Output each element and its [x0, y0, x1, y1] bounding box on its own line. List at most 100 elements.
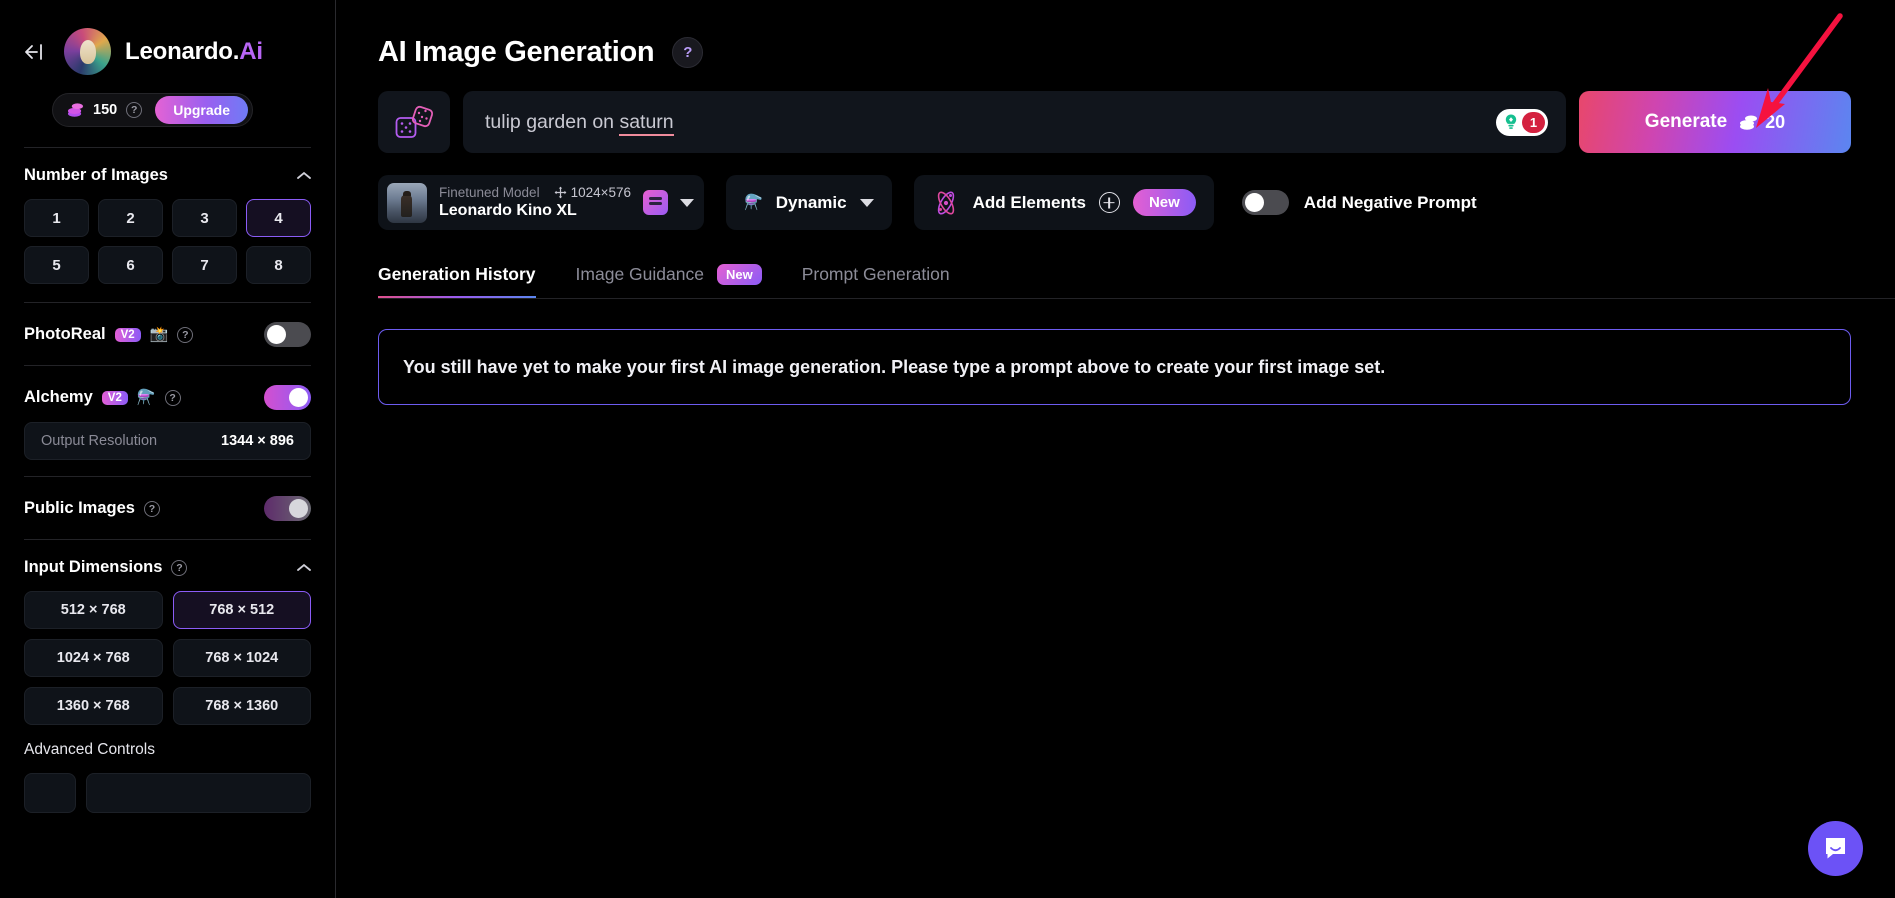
chevron-down-icon[interactable]: [680, 198, 695, 207]
images-count-2[interactable]: 2: [98, 199, 163, 237]
prompt-row: tulip garden on saturn 1 Generate 20: [336, 69, 1895, 153]
tab-image-guidance-label: Image Guidance: [575, 264, 704, 284]
tab-generation-history-label: Generation History: [378, 264, 536, 284]
chevron-up-icon[interactable]: [297, 171, 311, 180]
dimension-512x768[interactable]: 512 × 768: [24, 591, 163, 629]
photoreal-row: PhotoReal V2 📸 ?: [24, 303, 311, 365]
photoreal-version-badge: V2: [114, 327, 141, 342]
alchemy-help-icon[interactable]: ?: [164, 389, 181, 406]
negative-prompt-label: Add Negative Prompt: [1303, 192, 1477, 212]
negative-prompt-toggle[interactable]: [1241, 190, 1289, 215]
tab-prompt-generation-label: Prompt Generation: [801, 264, 950, 284]
chevron-up-icon[interactable]: [297, 563, 311, 572]
coin-icon: [67, 103, 84, 117]
alchemy-toggle[interactable]: [264, 385, 311, 410]
output-resolution-label: Output Resolution: [41, 433, 158, 449]
page-title: AI Image Generation: [378, 36, 655, 68]
dice-icon[interactable]: [378, 91, 450, 153]
lightbulb-icon: [1505, 114, 1517, 129]
app-root: Leonardo.Ai 150 ? Upgrade Number of Imag…: [0, 0, 1895, 898]
preset-label: Dynamic: [775, 192, 847, 212]
empty-state-message: You still have yet to make your first AI…: [403, 356, 1386, 377]
tab-generation-history[interactable]: Generation History: [378, 264, 536, 299]
chat-bubble-icon[interactable]: [1808, 821, 1863, 876]
images-count-6[interactable]: 6: [98, 246, 163, 284]
prompt-input[interactable]: tulip garden on saturn 1: [463, 91, 1566, 153]
page-title-help-icon[interactable]: ?: [672, 37, 704, 68]
number-of-images-title: Number of Images: [24, 166, 168, 184]
model-selector[interactable]: Finetuned Model 1024×576 Leonardo Kino X…: [378, 175, 705, 230]
number-of-images-header: Number of Images: [24, 148, 311, 185]
page-header: AI Image Generation ?: [336, 0, 1895, 69]
tabs: Generation History Image Guidance New Pr…: [336, 230, 1895, 299]
upgrade-button[interactable]: Upgrade: [155, 96, 248, 124]
dimension-768x512[interactable]: 768 × 512: [172, 591, 311, 629]
grammarly-badge[interactable]: 1: [1496, 108, 1548, 136]
public-images-help-icon[interactable]: ?: [143, 500, 160, 517]
add-elements-button[interactable]: Add Elements New: [913, 175, 1214, 230]
model-dimensions-wrap: 1024×576: [554, 185, 631, 200]
dimension-768x1360[interactable]: 768 × 1360: [172, 687, 311, 725]
model-notes-icon[interactable]: [643, 190, 669, 215]
brand-row: Leonardo.Ai: [24, 0, 311, 75]
advanced-control-wide[interactable]: [86, 773, 311, 813]
settings-row: Finetuned Model 1024×576 Leonardo Kino X…: [336, 153, 1895, 230]
negative-prompt-row: Add Negative Prompt: [1241, 190, 1477, 215]
avatar: [64, 28, 111, 75]
input-dimensions-title: Input Dimensions: [24, 558, 163, 576]
photoreal-toggle[interactable]: [264, 322, 311, 347]
public-images-row: Public Images ?: [24, 477, 311, 539]
dimension-1360x768[interactable]: 1360 × 768: [24, 687, 163, 725]
input-dimensions-header: Input Dimensions ?: [24, 540, 311, 577]
input-dimensions-title-wrap: Input Dimensions ?: [24, 558, 188, 577]
number-of-images-grid: 1 2 3 4 5 6 7 8: [24, 199, 311, 284]
images-count-1[interactable]: 1: [24, 199, 89, 237]
brand-name-ai: Ai: [239, 37, 263, 65]
atom-icon: [937, 191, 954, 214]
resize-icon: [554, 186, 566, 199]
add-elements-new-badge: New: [1132, 189, 1196, 216]
dimension-1024x768[interactable]: 1024 × 768: [24, 639, 163, 677]
public-images-label: Public Images: [24, 499, 135, 517]
generate-cost-value: 20: [1765, 111, 1786, 132]
input-dimensions-help-icon[interactable]: ?: [171, 559, 188, 576]
alchemy-row: Alchemy V2 ⚗️ ?: [24, 366, 311, 422]
coin-icon: [1740, 115, 1758, 130]
prompt-misspelled-word: saturn: [619, 110, 674, 136]
add-elements-label: Add Elements: [972, 192, 1086, 212]
output-resolution-row: Output Resolution 1344 × 896: [24, 422, 311, 460]
plus-icon[interactable]: [1098, 192, 1120, 213]
credits-row: 150 ? Upgrade: [52, 93, 311, 127]
back-arrow-icon[interactable]: [24, 41, 50, 63]
brand-name: Leonardo.Ai: [125, 38, 263, 66]
images-count-8[interactable]: 8: [246, 246, 311, 284]
photoreal-help-icon[interactable]: ?: [177, 326, 194, 343]
advanced-controls-title[interactable]: Advanced Controls: [24, 725, 311, 759]
tab-image-guidance[interactable]: Image Guidance New: [576, 264, 762, 299]
input-dimensions-grid: 512 × 768 768 × 512 1024 × 768 768 × 102…: [24, 591, 311, 725]
images-count-7[interactable]: 7: [172, 246, 237, 284]
chevron-down-icon[interactable]: [859, 198, 874, 207]
flask-icon: ⚗️: [136, 389, 156, 406]
camera-icon: 📸: [149, 326, 169, 343]
images-count-5[interactable]: 5: [24, 246, 89, 284]
grammarly-count: 1: [1522, 111, 1545, 133]
credits-pill: 150 ? Upgrade: [52, 93, 253, 127]
credits-help-icon[interactable]: ?: [126, 102, 143, 118]
brand-name-main: Leonardo.: [125, 37, 240, 65]
advanced-controls-preview: [24, 773, 311, 813]
alchemy-label: Alchemy: [24, 388, 93, 406]
generate-button[interactable]: Generate 20: [1579, 91, 1851, 153]
prompt-text-plain: tulip garden on: [485, 110, 620, 133]
tab-prompt-generation[interactable]: Prompt Generation: [802, 264, 950, 299]
public-images-toggle[interactable]: [264, 496, 311, 521]
preset-selector[interactable]: ⚗️ Dynamic: [726, 175, 892, 230]
dimension-768x1024[interactable]: 768 × 1024: [172, 639, 311, 677]
images-count-4[interactable]: 4: [246, 199, 311, 237]
empty-state-banner: You still have yet to make your first AI…: [378, 329, 1851, 405]
model-thumbnail: [387, 182, 427, 223]
advanced-control-small[interactable]: [24, 773, 76, 813]
images-count-3[interactable]: 3: [172, 199, 237, 237]
output-resolution-value: 1344 × 896: [221, 433, 294, 449]
generate-cost: 20: [1739, 112, 1785, 133]
